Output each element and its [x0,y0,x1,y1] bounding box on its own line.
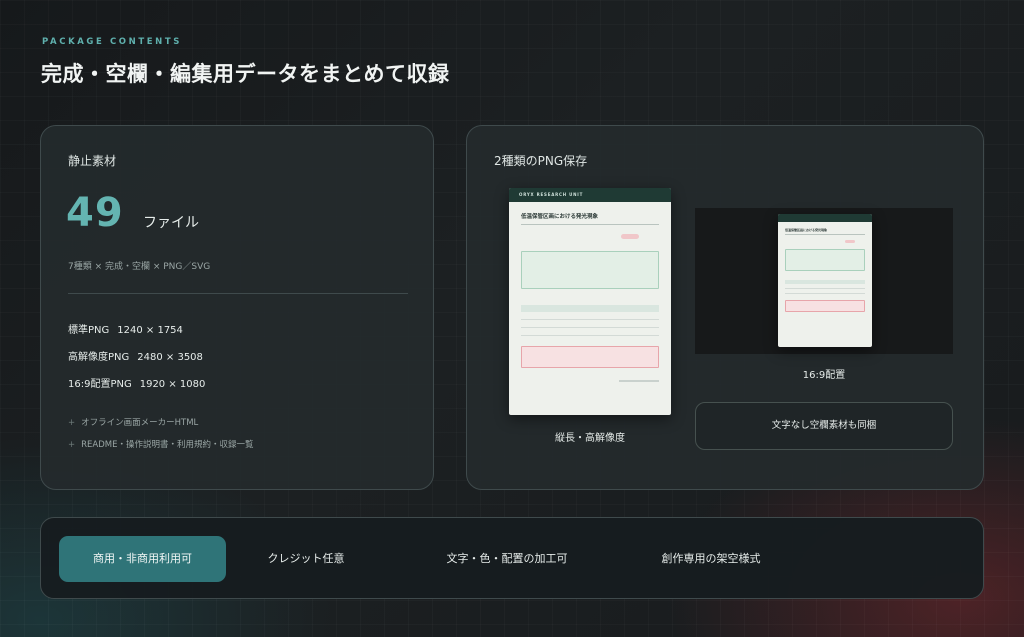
preview-footer [619,380,659,382]
landscape-preview-image: 低温保管区画における発光現象 [778,214,872,347]
status-pill [621,234,639,239]
feature-editable[interactable]: 文字・色・配置の加工可 [411,536,603,582]
resolution-value: 1920 × 1080 [139,379,206,390]
plus-icon: + [68,440,76,450]
landscape-preview-frame: 低温保管区画における発光現象 [695,208,953,354]
preview-header-text: ORYX RESEARCH UNIT [519,192,584,197]
table-row [521,312,659,320]
table-header [521,305,659,312]
extra-item: + オフライン画面メーカーHTML [68,416,198,428]
landscape-caption: 16:9配置 [802,370,846,381]
status-pill [845,240,855,243]
portrait-caption: 縦長・高解像度 [555,433,625,444]
extra-item-label: オフライン画面メーカーHTML [81,418,199,428]
table-row [785,289,865,294]
resolution-value: 2480 × 3508 [137,352,203,363]
portrait-preview-image: ORYX RESEARCH UNIT 低温保管区画における発光現象 [509,188,671,415]
resolution-row-169: 16:9配置PNG 1920 × 1080 [68,375,205,390]
static-assets-card: 静止素材 49 ファイル 7種類 × 完成・空欄 × PNG／SVG 標準PNG… [40,125,434,490]
features-bar: 商用・非商用利用可 クレジット任意 文字・色・配置の加工可 創作専用の架空様式 [40,517,984,599]
preview-header: ORYX RESEARCH UNIT [509,188,671,202]
spec-summary: 7種類 × 完成・空欄 × PNG／SVG [68,262,211,272]
divider [68,293,408,294]
section-eyebrow: PACKAGE CONTENTS [42,37,182,47]
preview-info-box [521,251,659,289]
preview-table [785,280,865,294]
static-assets-title: 静止素材 [68,154,117,168]
feature-fictional-format[interactable]: 創作専用の架空様式 [631,536,791,582]
preview-header [778,214,872,222]
preview-warning-box [521,346,659,368]
feature-commercial-use[interactable]: 商用・非商用利用可 [59,536,226,582]
feature-credit-optional[interactable]: クレジット任意 [231,536,381,582]
resolution-value: 1240 × 1754 [117,325,183,336]
table-row [521,320,659,328]
preview-title: 低温保管区画における発光現象 [521,214,599,220]
page-title: 完成・空欄・編集用データをまとめて収録 [41,62,450,86]
blank-assets-badge: 文字なし空欄素材も同梱 [695,402,953,450]
preview-meta [785,238,865,246]
preview-title: 低温保管区画における発光現象 [785,228,828,232]
file-count: 49 [66,190,124,236]
preview-rule [521,224,659,225]
file-count-unit: ファイル [143,215,199,231]
table-row [521,328,659,336]
plus-icon: + [68,418,76,428]
preview-meta [521,231,659,245]
preview-table [521,305,659,336]
preview-info-box [785,249,865,271]
resolution-row-high: 高解像度PNG 2480 × 3508 [68,348,203,363]
resolution-label: 高解像度PNG [68,352,130,363]
preview-rule [785,234,865,235]
resolution-label: 標準PNG [68,325,110,336]
preview-warning-box [785,300,865,312]
png-formats-title: 2種類のPNG保存 [494,154,588,168]
png-formats-card: 2種類のPNG保存 ORYX RESEARCH UNIT 低温保管区画における発… [466,125,984,490]
extra-item-label: README・操作説明書・利用規約・収録一覧 [81,440,254,450]
resolution-row-standard: 標準PNG 1240 × 1754 [68,321,183,336]
resolution-label: 16:9配置PNG [68,379,132,390]
extra-item: + README・操作説明書・利用規約・収録一覧 [68,438,253,450]
